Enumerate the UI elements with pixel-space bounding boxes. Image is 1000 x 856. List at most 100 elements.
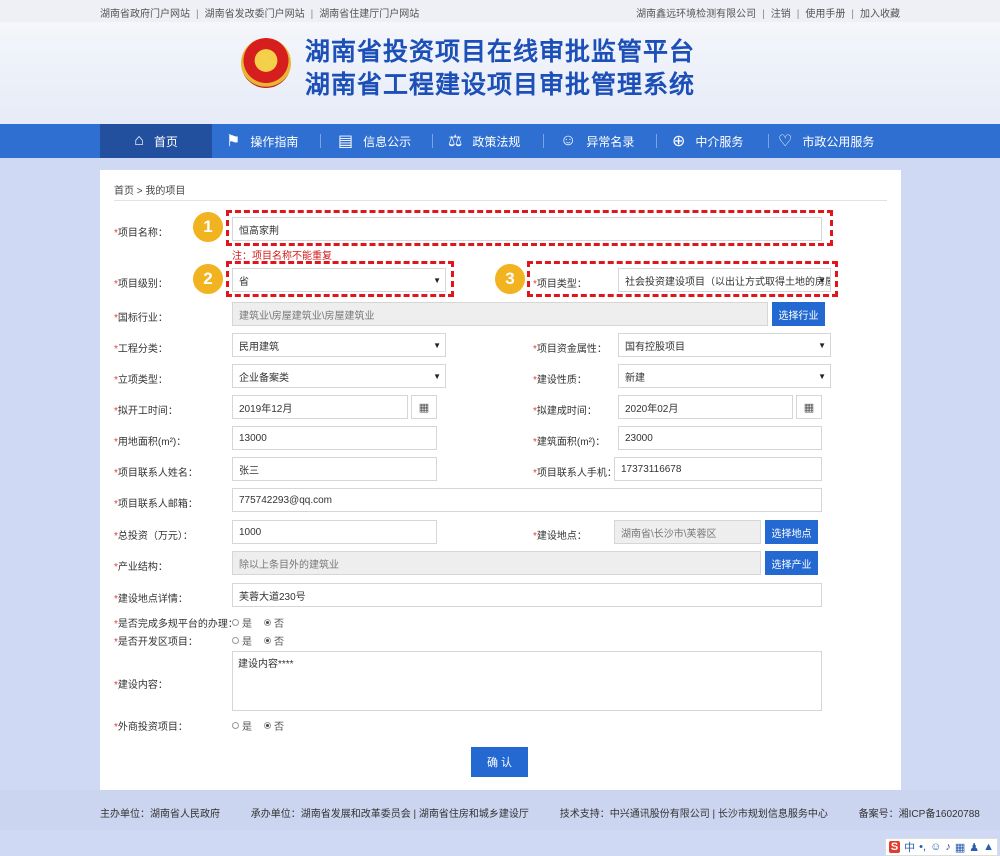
building-area-label: *建筑面积(m²)： [533,437,606,448]
land-area-input[interactable]: 13000 [232,426,437,450]
calendar-icon[interactable]: ▦ [796,395,822,419]
nav-item-policy[interactable]: ⚖ 政策法规 [448,124,520,158]
total-investment-input[interactable]: 1000 [232,520,437,544]
breadcrumb-current: 我的项目 [145,186,186,197]
manual-link[interactable]: 使用手册 [805,9,845,20]
contact-name-input[interactable]: 张三 [232,457,437,481]
national-industry-label: *国标行业： [114,313,168,324]
total-investment-label: *总投资（万元）： [114,531,193,542]
nav-label: 操作指南 [250,134,299,149]
nav-label: 中介服务 [695,134,744,149]
nav-item-publicity[interactable]: ▤ 信息公示 [338,124,411,158]
logout-link[interactable]: 注销 [771,9,791,20]
multi-platform-label: *是否完成多规平台的办理： [114,619,238,630]
nav-label: 异常名录 [586,134,635,149]
nav-item-intermediary[interactable]: ⊕ 中介服务 [672,124,743,158]
nav-label: 市政公用服务 [802,134,875,149]
radio-circle [264,619,271,626]
construction-nature-select[interactable]: 新建 ▼ [618,364,831,388]
footer-organizer: 承办单位：湖南省发展和改革委员会 | 湖南省住房和城乡建设厅 [250,809,529,820]
keyboard-icon[interactable]: ▦ [955,841,965,854]
annotation-badge-1: 1 [191,210,225,244]
contact-email-input[interactable]: 775742293@qq.com [232,488,822,512]
select-site-button[interactable]: 选择地点 [765,520,818,544]
multi-platform-yes-radio[interactable]: 是 [232,615,252,630]
ime-toolbar[interactable]: S 中 •, ☺ ♪ ▦ ♟ ▲ [884,838,998,856]
approval-type-select[interactable]: 企业备案类 ▼ [232,364,446,388]
content-textarea[interactable]: 建设内容**** [232,651,822,711]
construction-site-label: *建设地点： [533,531,587,542]
dev-zone-no-radio[interactable]: 否 [264,633,284,648]
portal-link-gov[interactable]: 湖南省政府门户网站 [100,9,190,20]
radio-circle [264,637,271,644]
breadcrumb-home[interactable]: 首页 [114,186,134,197]
favorite-link[interactable]: 加入收藏 [860,9,900,20]
dropdown-arrow-icon: ▼ [433,341,441,350]
dev-zone-yes-radio[interactable]: 是 [232,633,252,648]
portal-link-drc[interactable]: 湖南省发改委门户网站 [205,9,305,20]
engineering-class-label: *工程分类： [114,344,168,355]
nav-item-abnormal[interactable]: ☺ 异常名录 [560,124,634,158]
mic-icon[interactable]: ♪ [945,841,951,853]
home-icon: ⌂ [134,132,144,149]
site-title-line1: 湖南省投资项目在线审批监管平台 [305,38,696,66]
nav-item-guide[interactable]: ⚑ 操作指南 [226,124,298,158]
select-value: 国有控股项目 [625,341,685,353]
scales-icon: ⚖ [448,133,463,150]
select-industry-button[interactable]: 选择行业 [772,302,825,326]
flag-icon: ⚑ [226,133,241,150]
company-name: 湖南鑫远环境检测有限公司 [636,9,757,20]
highlight-box-2 [226,261,454,297]
engineering-class-select[interactable]: 民用建筑 ▼ [232,333,446,357]
dropdown-arrow-icon: ▼ [818,341,826,350]
radio-circle [232,722,239,729]
contact-phone-input[interactable]: 17373116678 [614,457,822,481]
nav-label: 政策法规 [472,134,521,149]
foreign-investment-no-radio[interactable]: 否 [264,718,284,733]
start-date-input[interactable]: 2019年12月 [232,395,408,419]
select-value: 民用建筑 [239,341,279,353]
ime-mode[interactable]: 中 [904,839,915,855]
user-list-icon: ☺ [560,132,577,149]
portal-link-housing[interactable]: 湖南省住建厅门户网站 [319,9,419,20]
nav-item-home[interactable]: ⌂ 首页 [100,124,212,158]
footer-icp: 备案号：湘ICP备16020788 [858,809,980,820]
multi-platform-no-radio[interactable]: 否 [264,615,284,630]
contact-phone-label: *项目联系人手机： [533,468,617,479]
nav-divider [768,134,769,148]
calendar-icon[interactable]: ▦ [411,395,437,419]
service-icon: ⊕ [672,133,686,150]
content-label: *建设内容： [114,680,168,691]
select-industry-structure-button[interactable]: 选择产业 [765,551,818,575]
fund-property-label: *项目资金属性： [533,344,607,355]
dropdown-arrow-icon: ▼ [818,372,826,381]
national-industry-input: 建筑业\房屋建筑业\房屋建筑业 [232,302,768,326]
nav-item-municipal[interactable]: ♡ 市政公用服务 [778,124,874,158]
national-emblem-icon: ★ [241,38,291,88]
site-detail-label: *建设地点详情： [114,594,188,605]
confirm-button[interactable]: 确 认 [471,747,528,777]
site-detail-input[interactable]: 芙蓉大道230号 [232,583,822,607]
radio-circle [232,619,239,626]
radio-circle [264,722,271,729]
heart-icon: ♡ [778,133,793,150]
foreign-investment-yes-radio[interactable]: 是 [232,718,252,733]
foreign-investment-label: *外商投资项目： [114,722,188,733]
annotation-badge-3: 3 [493,262,527,296]
fund-property-select[interactable]: 国有控股项目 ▼ [618,333,831,357]
emoji-icon[interactable]: ☺ [930,841,941,853]
select-value: 企业备案类 [239,372,289,384]
industry-structure-label: *产业结构： [114,562,168,573]
dropdown-arrow-icon: ▼ [433,372,441,381]
start-date-label: *拟开工时间： [114,406,178,417]
nav-divider [656,134,657,148]
completion-date-input[interactable]: 2020年02月 [618,395,793,419]
ime-punct[interactable]: •, [919,841,926,853]
radio-circle [232,637,239,644]
building-area-input[interactable]: 23000 [618,426,822,450]
nav-label: 信息公示 [363,134,412,149]
contact-email-label: *项目联系人邮箱： [114,499,198,510]
tools-icon[interactable]: ▲ [983,841,994,853]
sogou-logo-icon: S [888,841,901,853]
skin-icon[interactable]: ♟ [969,841,979,854]
